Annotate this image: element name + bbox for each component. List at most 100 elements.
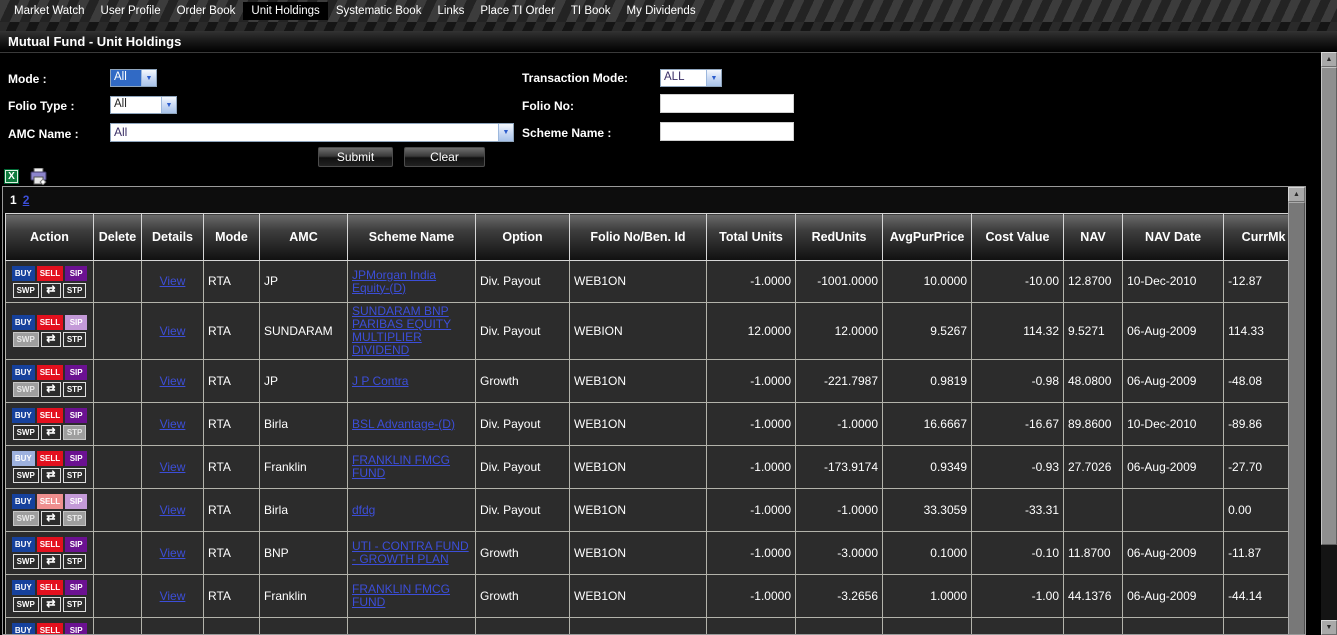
table-scrollbar-thumb[interactable] xyxy=(1288,202,1305,635)
swap-arrows-icon[interactable]: ⇄ xyxy=(41,425,61,440)
swp-button[interactable]: SWP xyxy=(13,283,39,298)
chevron-down-icon[interactable]: ▼ xyxy=(161,97,176,113)
scheme-link[interactable]: BSL Advantage-(D) xyxy=(352,417,455,431)
sell-button[interactable]: SELL xyxy=(37,365,63,380)
nav-item-ti-book[interactable]: TI Book xyxy=(563,2,619,20)
sell-button[interactable]: SELL xyxy=(37,537,63,552)
buy-button[interactable]: BUY xyxy=(12,580,35,595)
stp-button[interactable]: STP xyxy=(63,554,87,569)
table-scrollbar[interactable]: ▲ xyxy=(1288,187,1305,634)
table-header-row: ActionDeleteDetailsModeAMCScheme NameOpt… xyxy=(6,214,1304,261)
sip-button[interactable]: SIP xyxy=(65,365,87,380)
table-row: BUYSELLSIPSWP⇄STPViewRTASUNDARAMSUNDARAM… xyxy=(6,303,1304,360)
clear-button[interactable]: Clear xyxy=(404,147,485,167)
txn-mode-select[interactable]: ALL ▼ xyxy=(660,69,722,87)
scroll-up-icon[interactable]: ▲ xyxy=(1321,52,1337,67)
scheme-link[interactable]: UTI - CONTRA FUND - GROWTH PLAN xyxy=(352,539,469,566)
buy-button[interactable]: BUY xyxy=(12,537,35,552)
submit-button[interactable]: Submit xyxy=(318,147,393,167)
buy-button[interactable]: BUY xyxy=(12,494,35,509)
stp-button[interactable]: STP xyxy=(63,283,87,298)
scheme-link[interactable]: BSL Advantage-(D) xyxy=(352,632,455,635)
buy-button[interactable]: BUY xyxy=(12,365,35,380)
folio-type-select-value: All xyxy=(111,97,161,113)
view-link[interactable]: View xyxy=(160,417,186,431)
nav-item-systematic-book[interactable]: Systematic Book xyxy=(328,2,430,20)
sell-button[interactable]: SELL xyxy=(37,408,63,423)
stp-button[interactable]: STP xyxy=(63,468,87,483)
sip-button[interactable]: SIP xyxy=(65,315,87,330)
view-link[interactable]: View xyxy=(160,546,186,560)
nav-item-order-book[interactable]: Order Book xyxy=(169,2,244,20)
scheme-link[interactable]: dfdg xyxy=(352,503,375,517)
buy-button[interactable]: BUY xyxy=(12,451,35,466)
cell-nav: 89.8600 xyxy=(1064,403,1123,446)
sell-button[interactable]: SELL xyxy=(37,315,63,330)
scheme-link[interactable]: J P Contra xyxy=(352,374,408,388)
sip-button[interactable]: SIP xyxy=(65,537,87,552)
swp-button[interactable]: SWP xyxy=(13,597,39,612)
swp-button[interactable]: SWP xyxy=(13,425,39,440)
chevron-down-icon[interactable]: ▼ xyxy=(498,124,513,141)
view-link[interactable]: View xyxy=(160,274,186,288)
nav-item-my-dividends[interactable]: My Dividends xyxy=(619,2,704,20)
swp-button[interactable]: SWP xyxy=(13,468,39,483)
sell-button[interactable]: SELL xyxy=(37,580,63,595)
view-link[interactable]: View xyxy=(160,460,186,474)
swap-arrows-icon[interactable]: ⇄ xyxy=(41,283,61,298)
stp-button[interactable]: STP xyxy=(63,597,87,612)
folio-no-input[interactable] xyxy=(660,94,794,113)
sell-button[interactable]: SELL xyxy=(37,623,63,635)
buy-button[interactable]: BUY xyxy=(12,266,35,281)
scroll-up-icon[interactable]: ▲ xyxy=(1288,187,1305,202)
scheme-link[interactable]: FRANKLIN FMCG FUND xyxy=(352,582,450,609)
chevron-down-icon[interactable]: ▼ xyxy=(141,70,156,86)
swp-button[interactable]: SWP xyxy=(13,554,39,569)
sip-button[interactable]: SIP xyxy=(65,266,87,281)
amc-name-select[interactable]: All ▼ xyxy=(110,123,514,142)
buy-button[interactable]: BUY xyxy=(12,408,35,423)
scroll-down-icon[interactable]: ▼ xyxy=(1321,620,1337,635)
scheme-link[interactable]: SUNDARAM BNP PARIBAS EQUITY MULTIPLIER D… xyxy=(352,304,451,357)
view-link[interactable]: View xyxy=(160,632,186,635)
buy-button[interactable]: BUY xyxy=(12,315,35,330)
sip-button[interactable]: SIP xyxy=(65,408,87,423)
sip-button[interactable]: SIP xyxy=(65,580,87,595)
sell-button[interactable]: SELL xyxy=(37,451,63,466)
nav-item-place-ti-order[interactable]: Place TI Order xyxy=(472,2,563,20)
folio-type-select[interactable]: All ▼ xyxy=(110,96,177,114)
chevron-down-icon[interactable]: ▼ xyxy=(706,70,721,86)
sell-button[interactable]: SELL xyxy=(37,266,63,281)
view-link[interactable]: View xyxy=(160,374,186,388)
sip-button[interactable]: SIP xyxy=(65,623,87,635)
buy-button[interactable]: BUY xyxy=(12,623,35,635)
nav-item-market-watch[interactable]: Market Watch xyxy=(6,2,93,20)
sip-button[interactable]: SIP xyxy=(65,451,87,466)
scheme-link[interactable]: JPMorgan India Equity-(D) xyxy=(352,268,436,295)
sell-button[interactable]: SELL xyxy=(37,494,63,509)
nav-item-unit-holdings[interactable]: Unit Holdings xyxy=(243,2,327,20)
swap-arrows-icon[interactable]: ⇄ xyxy=(41,332,61,347)
swap-arrows-icon[interactable]: ⇄ xyxy=(41,382,61,397)
view-link[interactable]: View xyxy=(160,589,186,603)
stp-button[interactable]: STP xyxy=(63,332,87,347)
scheme-name-input[interactable] xyxy=(660,122,794,141)
cell-nav-date: 10-Dec-2010 xyxy=(1123,261,1224,303)
page-2-link[interactable]: 2 xyxy=(23,193,30,207)
view-link[interactable]: View xyxy=(160,324,186,338)
page-scrollbar[interactable]: ▲ ▼ xyxy=(1321,52,1337,635)
excel-export-icon[interactable]: X xyxy=(4,169,19,184)
scheme-link[interactable]: FRANKLIN FMCG FUND xyxy=(352,453,450,480)
nav-item-user-profile[interactable]: User Profile xyxy=(93,2,169,20)
mode-select[interactable]: All ▼ xyxy=(110,69,157,87)
swap-arrows-icon[interactable]: ⇄ xyxy=(41,468,61,483)
swap-arrows-icon[interactable]: ⇄ xyxy=(41,511,61,526)
view-link[interactable]: View xyxy=(160,503,186,517)
nav-item-links[interactable]: Links xyxy=(429,2,472,20)
swap-arrows-icon[interactable]: ⇄ xyxy=(41,597,61,612)
page-scrollbar-thumb[interactable] xyxy=(1321,67,1337,545)
swap-arrows-icon[interactable]: ⇄ xyxy=(41,554,61,569)
sip-button[interactable]: SIP xyxy=(65,494,87,509)
stp-button[interactable]: STP xyxy=(63,382,87,397)
print-icon[interactable] xyxy=(30,168,48,185)
